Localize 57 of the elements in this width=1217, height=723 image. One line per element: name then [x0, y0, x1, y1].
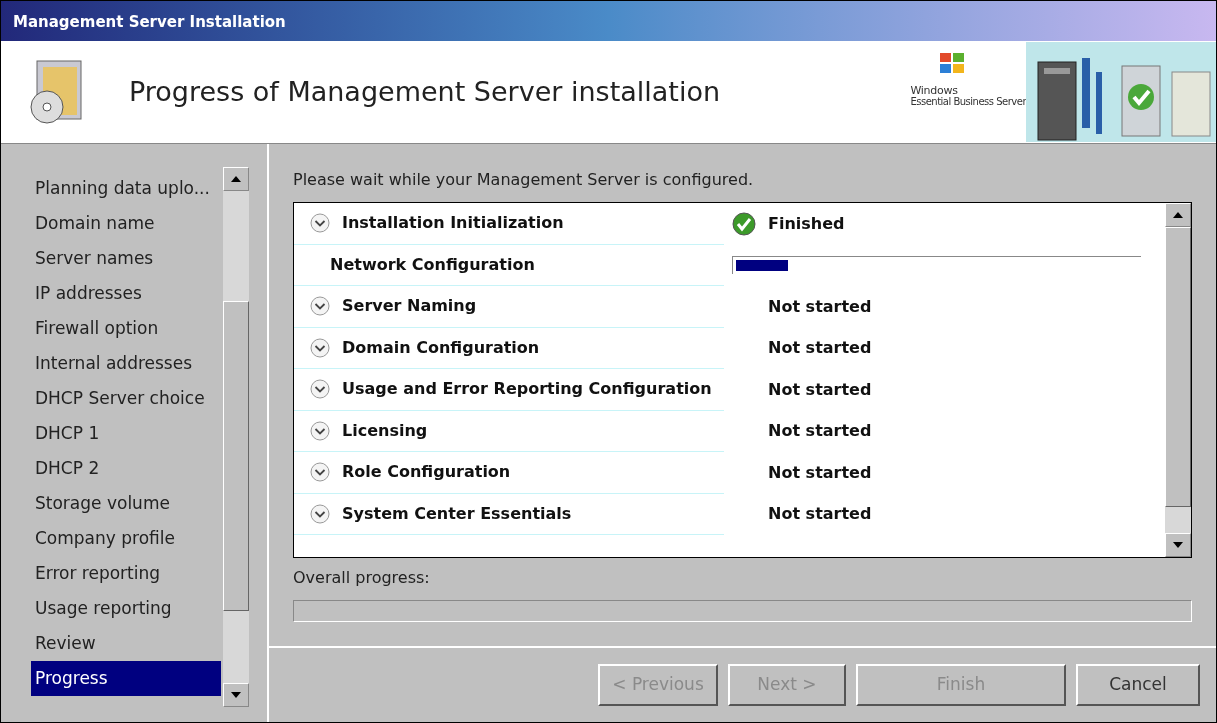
overall-progress-label: Overall progress: [293, 567, 431, 589]
expand-chevron-icon[interactable] [310, 213, 330, 234]
expand-chevron-icon[interactable] [310, 337, 330, 358]
up-arrow-icon [1173, 212, 1183, 218]
step-item[interactable]: Progress [31, 661, 221, 696]
scrollbar[interactable] [223, 167, 249, 707]
step-item[interactable]: Domain name [31, 206, 221, 241]
window-title: Management Server Installation [13, 15, 286, 30]
scroll-up-button[interactable] [223, 167, 249, 191]
scrollbar[interactable] [1165, 203, 1191, 557]
up-arrow-icon [231, 176, 241, 182]
expand-chevron-icon[interactable] [310, 379, 330, 400]
task-name: Installation Initialization [342, 212, 564, 235]
step-item[interactable]: Usage reporting [31, 591, 221, 626]
task-name: Network Configuration [330, 253, 535, 276]
task-name: System Center Essentials [342, 502, 572, 525]
scroll-down-button[interactable] [223, 683, 249, 707]
scroll-thumb[interactable] [223, 301, 249, 611]
step-item[interactable]: IP addresses [31, 276, 221, 311]
task-status: Not started [768, 337, 872, 360]
step-item[interactable]: Firewall option [31, 311, 221, 346]
step-item[interactable]: DHCP 1 [31, 416, 221, 451]
task-status: Not started [768, 378, 872, 401]
logo-text: Windows [910, 85, 959, 96]
step-item[interactable]: Storage volume [31, 486, 221, 521]
expand-chevron-icon[interactable] [310, 420, 330, 441]
expand-chevron-icon[interactable] [310, 503, 330, 524]
task-status: Not started [768, 461, 872, 484]
step-item[interactable]: Planning data uplo... [31, 171, 221, 206]
step-item[interactable]: Error reporting [31, 556, 221, 591]
page-heading: Progress of Management Server installation [129, 74, 721, 109]
step-item[interactable]: Review [31, 626, 221, 661]
step-item[interactable]: DHCP 2 [31, 451, 221, 486]
task-status: Finished [768, 212, 845, 235]
step-item[interactable]: Internal addresses [31, 346, 221, 381]
step-item[interactable]: Server names [31, 241, 221, 276]
down-arrow-icon [1173, 542, 1183, 548]
task-name: Licensing [342, 419, 428, 442]
scroll-thumb[interactable] [1165, 227, 1191, 507]
task-status: Not started [768, 503, 872, 526]
task-name: Usage and Error Reporting Configuration [342, 378, 712, 401]
logo-text: Essential Business Server [910, 96, 1026, 107]
task-status: Not started [768, 295, 872, 318]
task-name: Role Configuration [342, 461, 511, 484]
step-item[interactable]: DHCP Server choice [31, 381, 221, 416]
down-arrow-icon [231, 692, 241, 698]
task-status: Not started [768, 420, 872, 443]
scroll-down-button[interactable] [1165, 533, 1191, 557]
task-name: Domain Configuration [342, 336, 540, 359]
step-item[interactable]: Company profile [31, 521, 221, 556]
wizard-button[interactable]: Cancel [1076, 664, 1200, 706]
check-icon [732, 211, 756, 236]
scroll-up-button[interactable] [1165, 203, 1191, 227]
task-name: Server Naming [342, 295, 477, 318]
expand-chevron-icon[interactable] [310, 296, 330, 317]
instruction-text: Please wait while your Management Server is configured. [293, 169, 755, 191]
expand-chevron-icon[interactable] [310, 462, 330, 483]
